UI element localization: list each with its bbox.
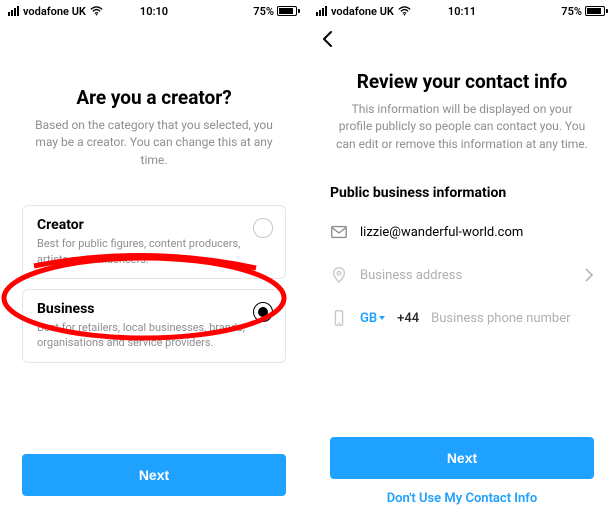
chevron-right-icon [584,268,594,282]
option-creator-title: Creator [37,217,245,233]
phone-placeholder: Business phone number [431,311,570,326]
next-button[interactable]: Next [22,454,286,496]
wifi-icon [90,6,103,16]
option-creator-desc: Best for public figures, content produce… [37,236,245,267]
back-icon[interactable] [318,29,338,49]
option-creator[interactable]: Creator Best for public figures, content… [22,205,286,279]
radio-selected-icon[interactable] [253,302,273,322]
nav-bar [308,22,616,56]
email-row[interactable]: lizzie@wanderful-world.com [330,211,594,254]
option-business-desc: Best for retailers, local businesses, br… [37,320,245,351]
section-heading: Public business information [330,185,594,201]
page-title: Review your contact info [330,70,594,93]
dial-code: +44 [397,311,419,326]
next-button[interactable]: Next [330,437,594,479]
signal-bars-icon [316,6,327,16]
wifi-icon [398,6,411,16]
address-row[interactable]: Business address [330,254,594,297]
clock: 10:11 [413,5,510,18]
chevron-down-icon [379,316,385,320]
battery-percent: 75% [561,5,582,18]
radio-unselected-icon[interactable] [253,218,273,238]
phone-device-icon [330,309,348,327]
battery-percent: 75% [253,5,274,18]
phone-row[interactable]: GB +44 Business phone number [330,297,594,340]
screen-contact-info: vodafone UK 10:11 75% Review your contac… [308,0,616,522]
location-pin-icon [330,266,348,284]
page-title: Are you a creator? [22,86,286,109]
option-business[interactable]: Business Best for retailers, local busin… [22,289,286,363]
nav-bar [0,22,308,56]
carrier-label: vodafone UK [331,5,394,18]
battery-icon [585,6,608,16]
mail-icon [330,223,348,241]
dont-use-contact-link[interactable]: Don't Use My Contact Info [330,479,594,512]
signal-bars-icon [8,6,19,16]
email-value: lizzie@wanderful-world.com [360,225,523,240]
carrier-label: vodafone UK [23,5,86,18]
status-bar: vodafone UK 10:11 75% [308,0,616,22]
status-bar: vodafone UK 10:10 75% [0,0,308,22]
clock: 10:10 [105,5,202,18]
country-code-picker[interactable]: GB [360,311,385,326]
screen-creator-selection: vodafone UK 10:10 75% Are you a creator?… [0,0,308,522]
page-subtitle: This information will be displayed on yo… [330,101,594,153]
option-business-title: Business [37,301,245,317]
page-subtitle: Based on the category that you selected,… [22,117,286,169]
address-placeholder: Business address [360,268,462,283]
battery-icon [277,6,300,16]
